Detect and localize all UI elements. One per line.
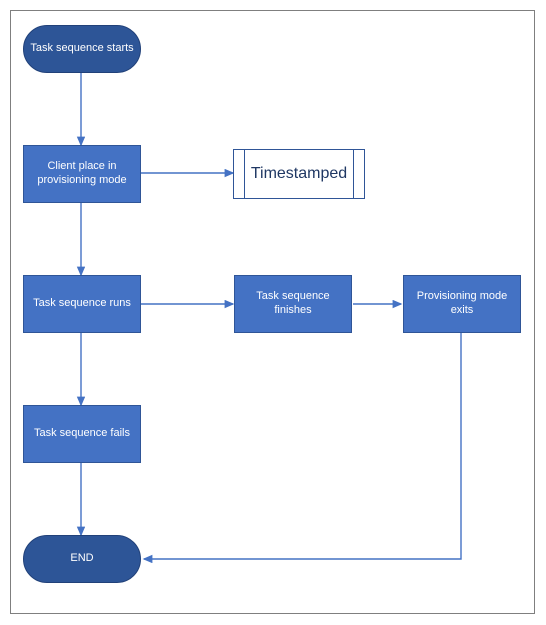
node-label: Client place in provisioning mode [30,160,134,188]
node-provisioning-exits: Provisioning mode exits [403,275,521,333]
node-label: Task sequence fails [34,427,130,441]
node-label: Task sequence finishes [241,290,345,318]
node-timestamped: Timestamped [233,149,365,199]
node-task-finishes: Task sequence finishes [234,275,352,333]
node-task-runs: Task sequence runs [23,275,141,333]
node-start: Task sequence starts [23,25,141,73]
node-end: END [23,535,141,583]
node-task-fails: Task sequence fails [23,405,141,463]
node-label: Provisioning mode exits [410,290,514,318]
node-client-provisioning: Client place in provisioning mode [23,145,141,203]
node-label: Timestamped [251,165,347,183]
node-label: END [70,552,93,566]
node-label: Task sequence starts [30,42,133,56]
node-label: Task sequence runs [33,297,131,311]
flowchart-canvas: Task sequence starts Client place in pro… [10,10,535,614]
